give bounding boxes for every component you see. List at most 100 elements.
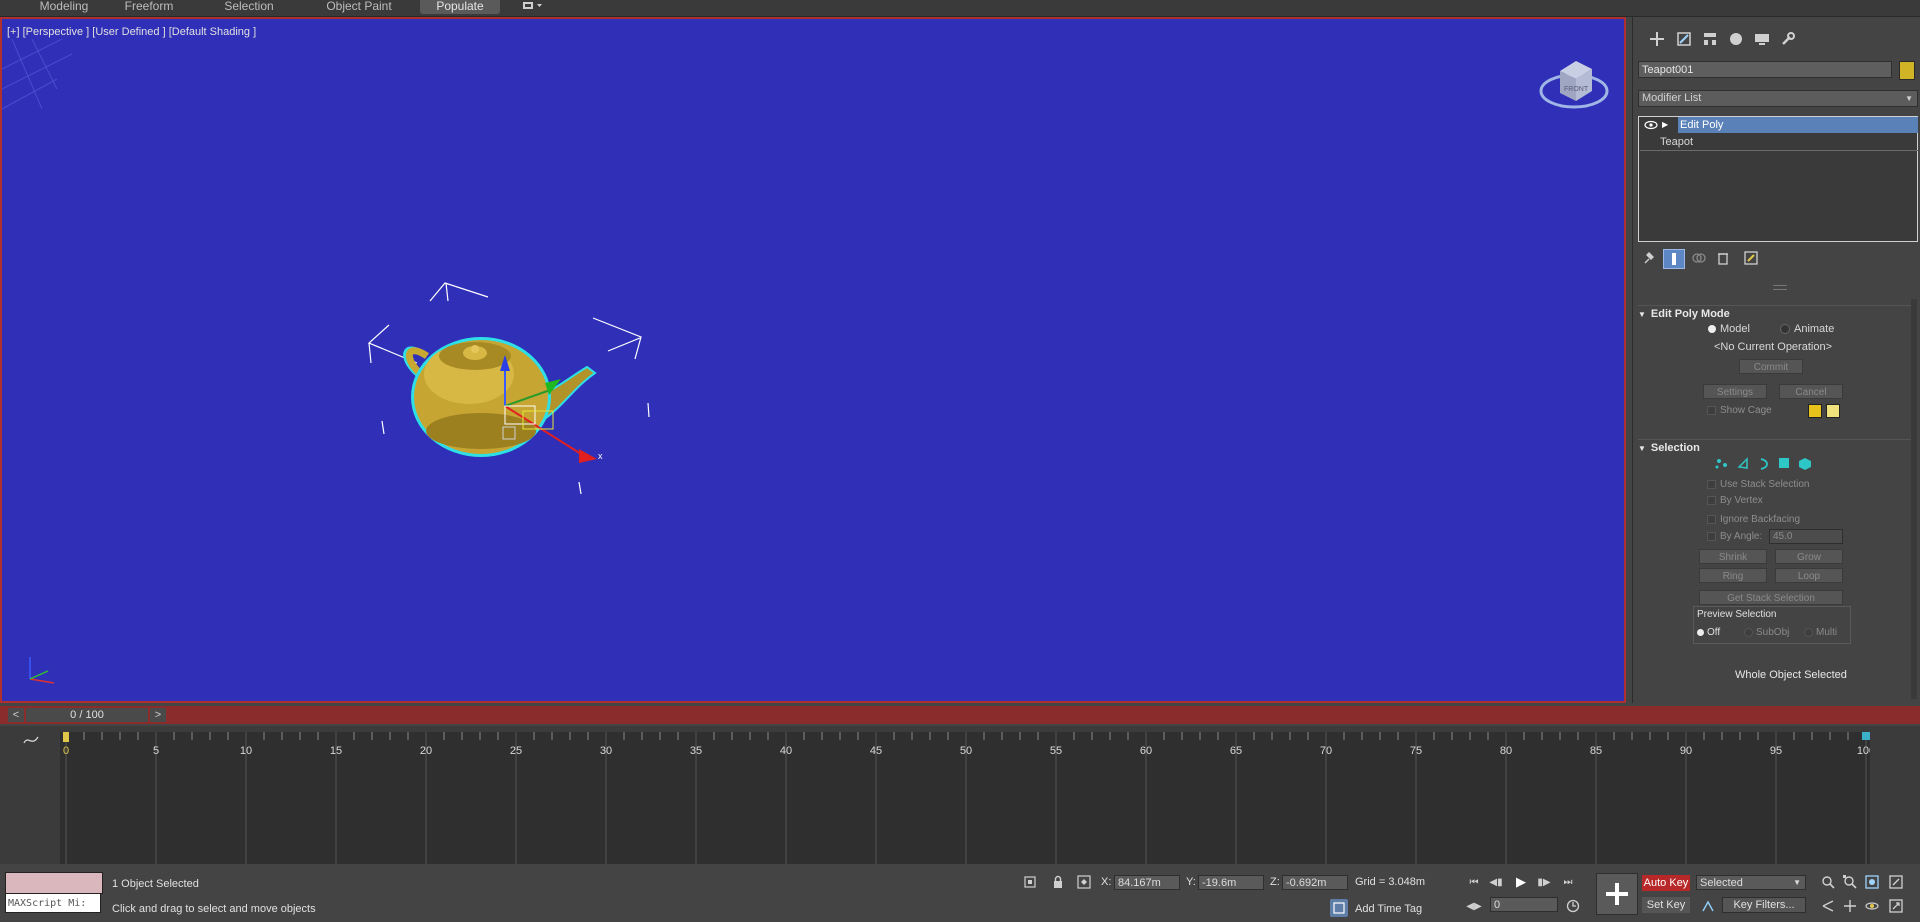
configure-icon	[1744, 251, 1758, 265]
remove-modifier-button[interactable]	[1713, 249, 1733, 267]
z-coordinate-spinner[interactable]: -0.692m	[1282, 875, 1348, 890]
settings-button[interactable]: Settings	[1703, 384, 1767, 399]
maximize-viewport-button[interactable]	[1888, 898, 1904, 914]
pan-view-button[interactable]	[1842, 898, 1858, 914]
selection-lock-button[interactable]	[1050, 874, 1066, 890]
tab-populate[interactable]: Populate	[420, 0, 500, 14]
preview-multi-radio[interactable]: Multi	[1804, 627, 1837, 638]
cancel-button[interactable]: Cancel	[1779, 384, 1843, 399]
display-tab[interactable]	[1751, 29, 1773, 49]
eye-icon[interactable]	[1644, 117, 1658, 133]
expand-arrow-icon[interactable]: ▶	[1662, 117, 1668, 133]
next-frame-button[interactable]: ▮▶	[1536, 874, 1552, 890]
commit-button[interactable]: Commit	[1739, 359, 1803, 374]
maxscript-listener-pink[interactable]	[5, 872, 103, 894]
add-time-tag-button[interactable]	[1330, 899, 1348, 917]
hierarchy-tab[interactable]	[1699, 29, 1721, 49]
x-coordinate-spinner[interactable]: 84.167m	[1114, 875, 1180, 890]
model-radio[interactable]: Model	[1708, 323, 1750, 335]
next-frame-button[interactable]: >	[150, 708, 166, 722]
make-unique-button[interactable]	[1689, 249, 1709, 267]
ring-button[interactable]: Ring	[1699, 568, 1767, 583]
zoom-extents-button[interactable]	[1864, 874, 1880, 890]
viewcube[interactable]: FRONT	[1534, 49, 1614, 119]
object-name-field[interactable]: Teapot001	[1638, 61, 1892, 78]
hierarchy-icon	[1704, 33, 1716, 45]
pin-stack-button[interactable]	[1638, 249, 1658, 267]
perspective-viewport[interactable]: [+] [Perspective ] [User Defined ] [Defa…	[0, 17, 1626, 703]
auto-key-button[interactable]: Auto Key	[1642, 875, 1690, 891]
field-of-view-button[interactable]	[1820, 898, 1836, 914]
time-configuration-button[interactable]	[1565, 898, 1581, 914]
go-to-start-button[interactable]: ⏮	[1466, 874, 1482, 890]
stack-item-edit-poly[interactable]: ▶ Edit Poly	[1640, 117, 1918, 133]
tab-freeform[interactable]: Freeform	[110, 0, 188, 14]
grow-button[interactable]: Grow	[1775, 549, 1843, 564]
panel-scrollbar[interactable]	[1911, 299, 1917, 699]
y-coordinate-spinner[interactable]: -19.6m	[1198, 875, 1264, 890]
rollout-selection[interactable]: ▼ Selection	[1638, 439, 1915, 456]
motion-tab[interactable]	[1725, 29, 1747, 49]
zoom-all-icon	[1843, 875, 1857, 889]
current-frame-spinner[interactable]: 0	[1490, 897, 1558, 912]
go-to-end-button[interactable]: ⏭	[1560, 874, 1576, 890]
timeline-tick-label: 0	[63, 745, 69, 757]
stack-item-teapot[interactable]: Teapot	[1640, 134, 1918, 151]
show-end-result-button[interactable]	[1663, 249, 1685, 269]
time-slider[interactable]: < 0 / 100 >	[0, 706, 1920, 724]
default-in-out-tangents-button[interactable]	[1700, 898, 1716, 914]
rollout-edit-poly-mode[interactable]: ▼ Edit Poly Mode	[1638, 305, 1915, 322]
viewport-label-menu[interactable]: [+] [Perspective ] [User Defined ] [Defa…	[7, 26, 256, 38]
preview-subobj-radio[interactable]: SubObj	[1744, 627, 1789, 638]
curve-editor-toggle[interactable]	[22, 733, 40, 747]
maxscript-mini-listener[interactable]: MAXScript Mi:	[5, 893, 101, 913]
show-cage-checkbox[interactable]: Show Cage	[1707, 405, 1772, 416]
radio-unselected-icon	[1804, 627, 1813, 637]
zoom-button[interactable]	[1820, 874, 1836, 890]
prev-frame-button[interactable]: <	[8, 708, 24, 722]
motion-icon	[1730, 33, 1742, 45]
isolate-selection-button[interactable]	[1022, 874, 1038, 890]
get-stack-selection-button[interactable]: Get Stack Selection	[1699, 590, 1843, 605]
ribbon-options-dropdown[interactable]	[518, 0, 548, 14]
play-button[interactable]: ▶	[1512, 873, 1530, 891]
zoom-all-button[interactable]	[1842, 874, 1858, 890]
use-stack-selection-checkbox[interactable]: Use Stack Selection	[1707, 479, 1810, 490]
tab-selection[interactable]: Selection	[210, 0, 288, 14]
by-angle-checkbox[interactable]: By Angle:	[1707, 531, 1762, 542]
zoom-extents-all-button[interactable]	[1888, 874, 1904, 890]
object-color-swatch[interactable]	[1899, 61, 1915, 80]
set-key-button[interactable]: Set Key	[1642, 897, 1690, 913]
modify-tab[interactable]	[1673, 29, 1695, 49]
ignore-backfacing-checkbox[interactable]: Ignore Backfacing	[1707, 514, 1800, 525]
timeline-tick-label: 15	[330, 745, 342, 757]
time-slider-thumb[interactable]: 0 / 100	[26, 708, 148, 722]
cage-color-swatch-1[interactable]	[1808, 404, 1822, 418]
orbit-button[interactable]	[1864, 898, 1880, 914]
set-key-big-button[interactable]	[1596, 873, 1638, 915]
panel-resize-handle[interactable]	[1773, 285, 1787, 290]
tab-modeling[interactable]: Modeling	[25, 0, 103, 14]
animate-radio[interactable]: Animate	[1780, 323, 1834, 335]
create-tab[interactable]	[1646, 29, 1668, 49]
timeline-track[interactable]: 0 5 10 15 20 25 30 35 40 45 50 55 60 65 70 75 80 85 90 95 10…	[60, 732, 1875, 864]
key-mode-toggle[interactable]: ◀▶	[1466, 898, 1482, 914]
by-vertex-checkbox[interactable]: By Vertex	[1707, 495, 1763, 506]
loop-button[interactable]: Loop	[1775, 568, 1843, 583]
shrink-button[interactable]: Shrink	[1699, 549, 1767, 564]
selection-set-dropdown[interactable]: Selected ▼	[1696, 875, 1806, 890]
previous-frame-button[interactable]: ◀▮	[1488, 874, 1504, 890]
key-filters-button[interactable]: Key Filters...	[1722, 897, 1806, 913]
teapot-object[interactable]: x	[357, 259, 657, 499]
absolute-mode-button[interactable]	[1076, 874, 1092, 890]
configure-modifier-sets-button[interactable]	[1741, 249, 1761, 267]
utilities-tab[interactable]	[1777, 29, 1799, 49]
cage-color-swatch-2[interactable]	[1826, 404, 1840, 418]
angle-value-spinner[interactable]: 45.0	[1769, 529, 1843, 544]
modifier-list-dropdown[interactable]: Modifier List ▼	[1638, 90, 1918, 107]
selection-count: 1 Object Selected	[112, 878, 199, 890]
track-bar[interactable]: 0 5 10 15 20 25 30 35 40 45 50 55 60 65 70 75 80 85 90 95 10…	[0, 726, 1920, 864]
preview-off-radio[interactable]: Off	[1697, 627, 1720, 638]
preview-off-label: Off	[1707, 627, 1721, 638]
tab-object-paint[interactable]: Object Paint	[308, 0, 410, 14]
